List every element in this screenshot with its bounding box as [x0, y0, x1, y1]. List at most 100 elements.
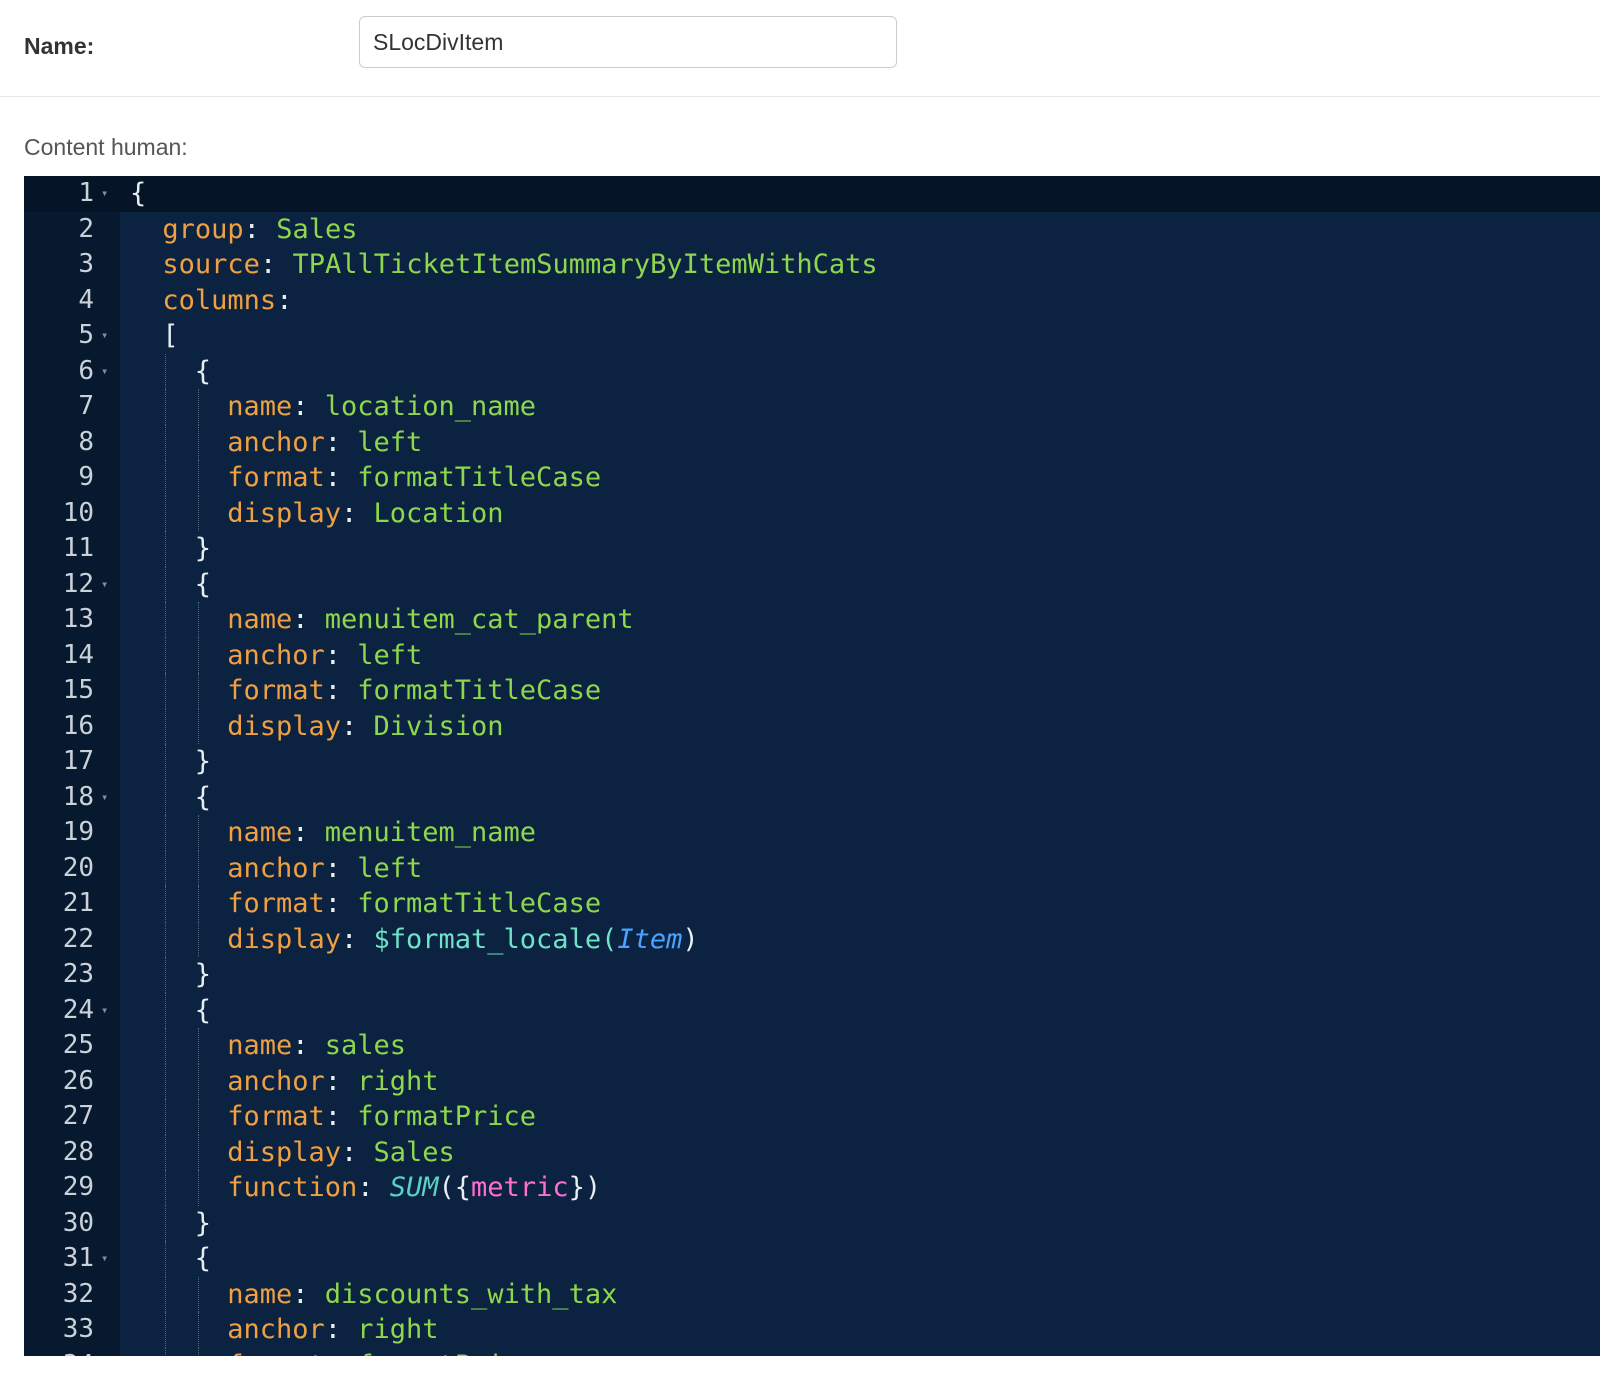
line-number: 13 — [62, 604, 94, 634]
line-number: 18 — [62, 781, 94, 812]
code-line[interactable]: 5 ▾ [ — [24, 318, 1600, 354]
code-line[interactable]: 1 ▾ { — [24, 176, 1600, 212]
code-line[interactable]: 8 anchor: left — [24, 424, 1600, 461]
line-number: 23 — [62, 959, 94, 989]
indent-guide — [165, 1241, 167, 1277]
code-line[interactable]: 29 function: SUM({metric}) — [24, 1170, 1600, 1206]
indent-guide — [165, 495, 167, 531]
code-line[interactable]: 6 ▾ { — [24, 353, 1600, 390]
code-token: } — [194, 533, 212, 564]
code-token: Location — [373, 497, 504, 529]
code-line[interactable]: 14 anchor: left — [24, 637, 1600, 673]
indent-guide — [165, 1170, 167, 1206]
line-number: 11 — [62, 533, 94, 563]
code-token: } — [194, 959, 212, 990]
code-token: sales — [324, 1030, 407, 1061]
indent-guide — [165, 566, 167, 602]
code-line[interactable]: 24 ▾ { — [24, 992, 1600, 1029]
indent-guide — [165, 531, 167, 567]
name-input[interactable] — [359, 16, 897, 68]
code-line[interactable]: 32 name: discounts_with_tax — [24, 1276, 1600, 1312]
code-text: { — [195, 567, 211, 603]
code-line[interactable]: 7 name: location_name — [24, 389, 1600, 425]
code-line[interactable]: 30} — [24, 1205, 1600, 1241]
indent-guide — [197, 1134, 199, 1170]
code-line[interactable]: 25 name: sales — [24, 1028, 1600, 1064]
code-line[interactable]: 16 display: Division — [24, 708, 1600, 744]
code-line[interactable]: 21 format: formatTitleCase — [24, 886, 1600, 922]
code-line[interactable]: 3 source: TPAllTicketItemSummaryByItemWit… — [24, 247, 1600, 283]
code-line[interactable]: 4 columns: — [24, 283, 1600, 319]
code-token: : — [324, 462, 358, 493]
line-number: 30 — [62, 1207, 94, 1238]
editor-lines: 1 ▾{2 group: Sales 3 source: TPAllTicketItem… — [24, 176, 1600, 1356]
code-line[interactable]: 2 group: Sales — [24, 212, 1600, 248]
code-line[interactable]: 11} — [24, 531, 1600, 567]
code-text: display: Location — [227, 496, 503, 532]
code-text: } — [195, 957, 211, 993]
code-token: : — [292, 1278, 325, 1310]
fold-toggle-icon[interactable]: ▾ — [101, 567, 108, 603]
code-token: : — [324, 426, 358, 458]
code-token: ) — [682, 923, 699, 955]
code-line[interactable]: 18 ▾ { — [24, 779, 1600, 816]
code-line[interactable]: 19 name: menuitem_name — [24, 815, 1600, 851]
line-number: 9 — [78, 462, 94, 492]
code-text: format: formatPrice — [227, 1348, 536, 1357]
code-line[interactable]: 9 format: formatTitleCase — [24, 460, 1600, 496]
fold-toggle-icon[interactable]: ▾ — [101, 1241, 108, 1277]
code-line[interactable]: 31 ▾ { — [24, 1241, 1600, 1277]
code-line[interactable]: 22 display: $format_locale(Item) — [24, 921, 1600, 957]
indent-guide — [197, 1312, 199, 1348]
code-text: anchor: left — [227, 425, 422, 461]
indent-guide — [165, 779, 167, 815]
code-line[interactable]: 28 display: Sales — [24, 1134, 1600, 1170]
line-number: 19 — [62, 817, 94, 847]
line-number: 15 — [62, 675, 94, 705]
code-line[interactable]: 15 format: formatTitleCase — [24, 673, 1600, 709]
indent-guide — [197, 602, 199, 638]
code-line[interactable]: 20 anchor: left — [24, 850, 1600, 887]
code-token: formatTitleCase — [357, 888, 602, 919]
line-number: 24 — [62, 994, 94, 1025]
code-token: : — [324, 639, 358, 671]
indent-guide — [165, 602, 167, 638]
fold-toggle-icon[interactable]: ▾ — [101, 318, 108, 354]
code-token: format — [227, 675, 325, 706]
indent-guide — [197, 1028, 199, 1064]
code-line[interactable]: 34 format: formatPrice — [24, 1347, 1600, 1357]
code-token: : — [259, 249, 293, 280]
code-text: { — [195, 993, 211, 1029]
code-token: : — [324, 675, 358, 706]
code-token: anchor — [227, 1314, 325, 1345]
line-number: 12 — [62, 568, 94, 599]
code-token: : — [340, 497, 374, 529]
code-token: anchor — [227, 639, 325, 671]
code-token: format — [227, 888, 325, 919]
code-line[interactable]: 27 format: formatPrice — [24, 1099, 1600, 1135]
code-token: formatTitleCase — [357, 462, 602, 493]
fold-toggle-icon[interactable]: ▾ — [101, 354, 108, 390]
code-token: [ — [162, 320, 179, 351]
code-token: menuitem_name — [324, 817, 537, 848]
code-token: : — [276, 284, 293, 316]
code-line[interactable]: 26 anchor: right — [24, 1063, 1600, 1099]
line-number: 10 — [62, 497, 94, 528]
fold-toggle-icon[interactable]: ▾ — [101, 780, 108, 816]
code-line[interactable]: 13 name: menuitem_cat_parent — [24, 602, 1600, 638]
code-token: { — [194, 568, 212, 600]
name-label: Name: — [24, 33, 95, 59]
code-line[interactable]: 17} — [24, 744, 1600, 780]
line-number: 16 — [62, 710, 94, 741]
fold-toggle-icon[interactable]: ▾ — [101, 993, 108, 1029]
indent-guide — [165, 744, 167, 780]
code-text: anchor: left — [227, 851, 422, 887]
fold-toggle-icon[interactable]: ▾ — [101, 176, 108, 212]
code-line[interactable]: 12 ▾ { — [24, 566, 1600, 603]
code-token: : — [324, 852, 358, 884]
code-line[interactable]: 33 anchor: right — [24, 1312, 1600, 1348]
indent-guide — [165, 850, 167, 886]
code-line[interactable]: 23} — [24, 957, 1600, 993]
code-editor[interactable]: 1 ▾{2 group: Sales 3 source: TPAllTicketItem… — [24, 176, 1600, 1356]
code-line[interactable]: 10 display: Location — [24, 495, 1600, 532]
